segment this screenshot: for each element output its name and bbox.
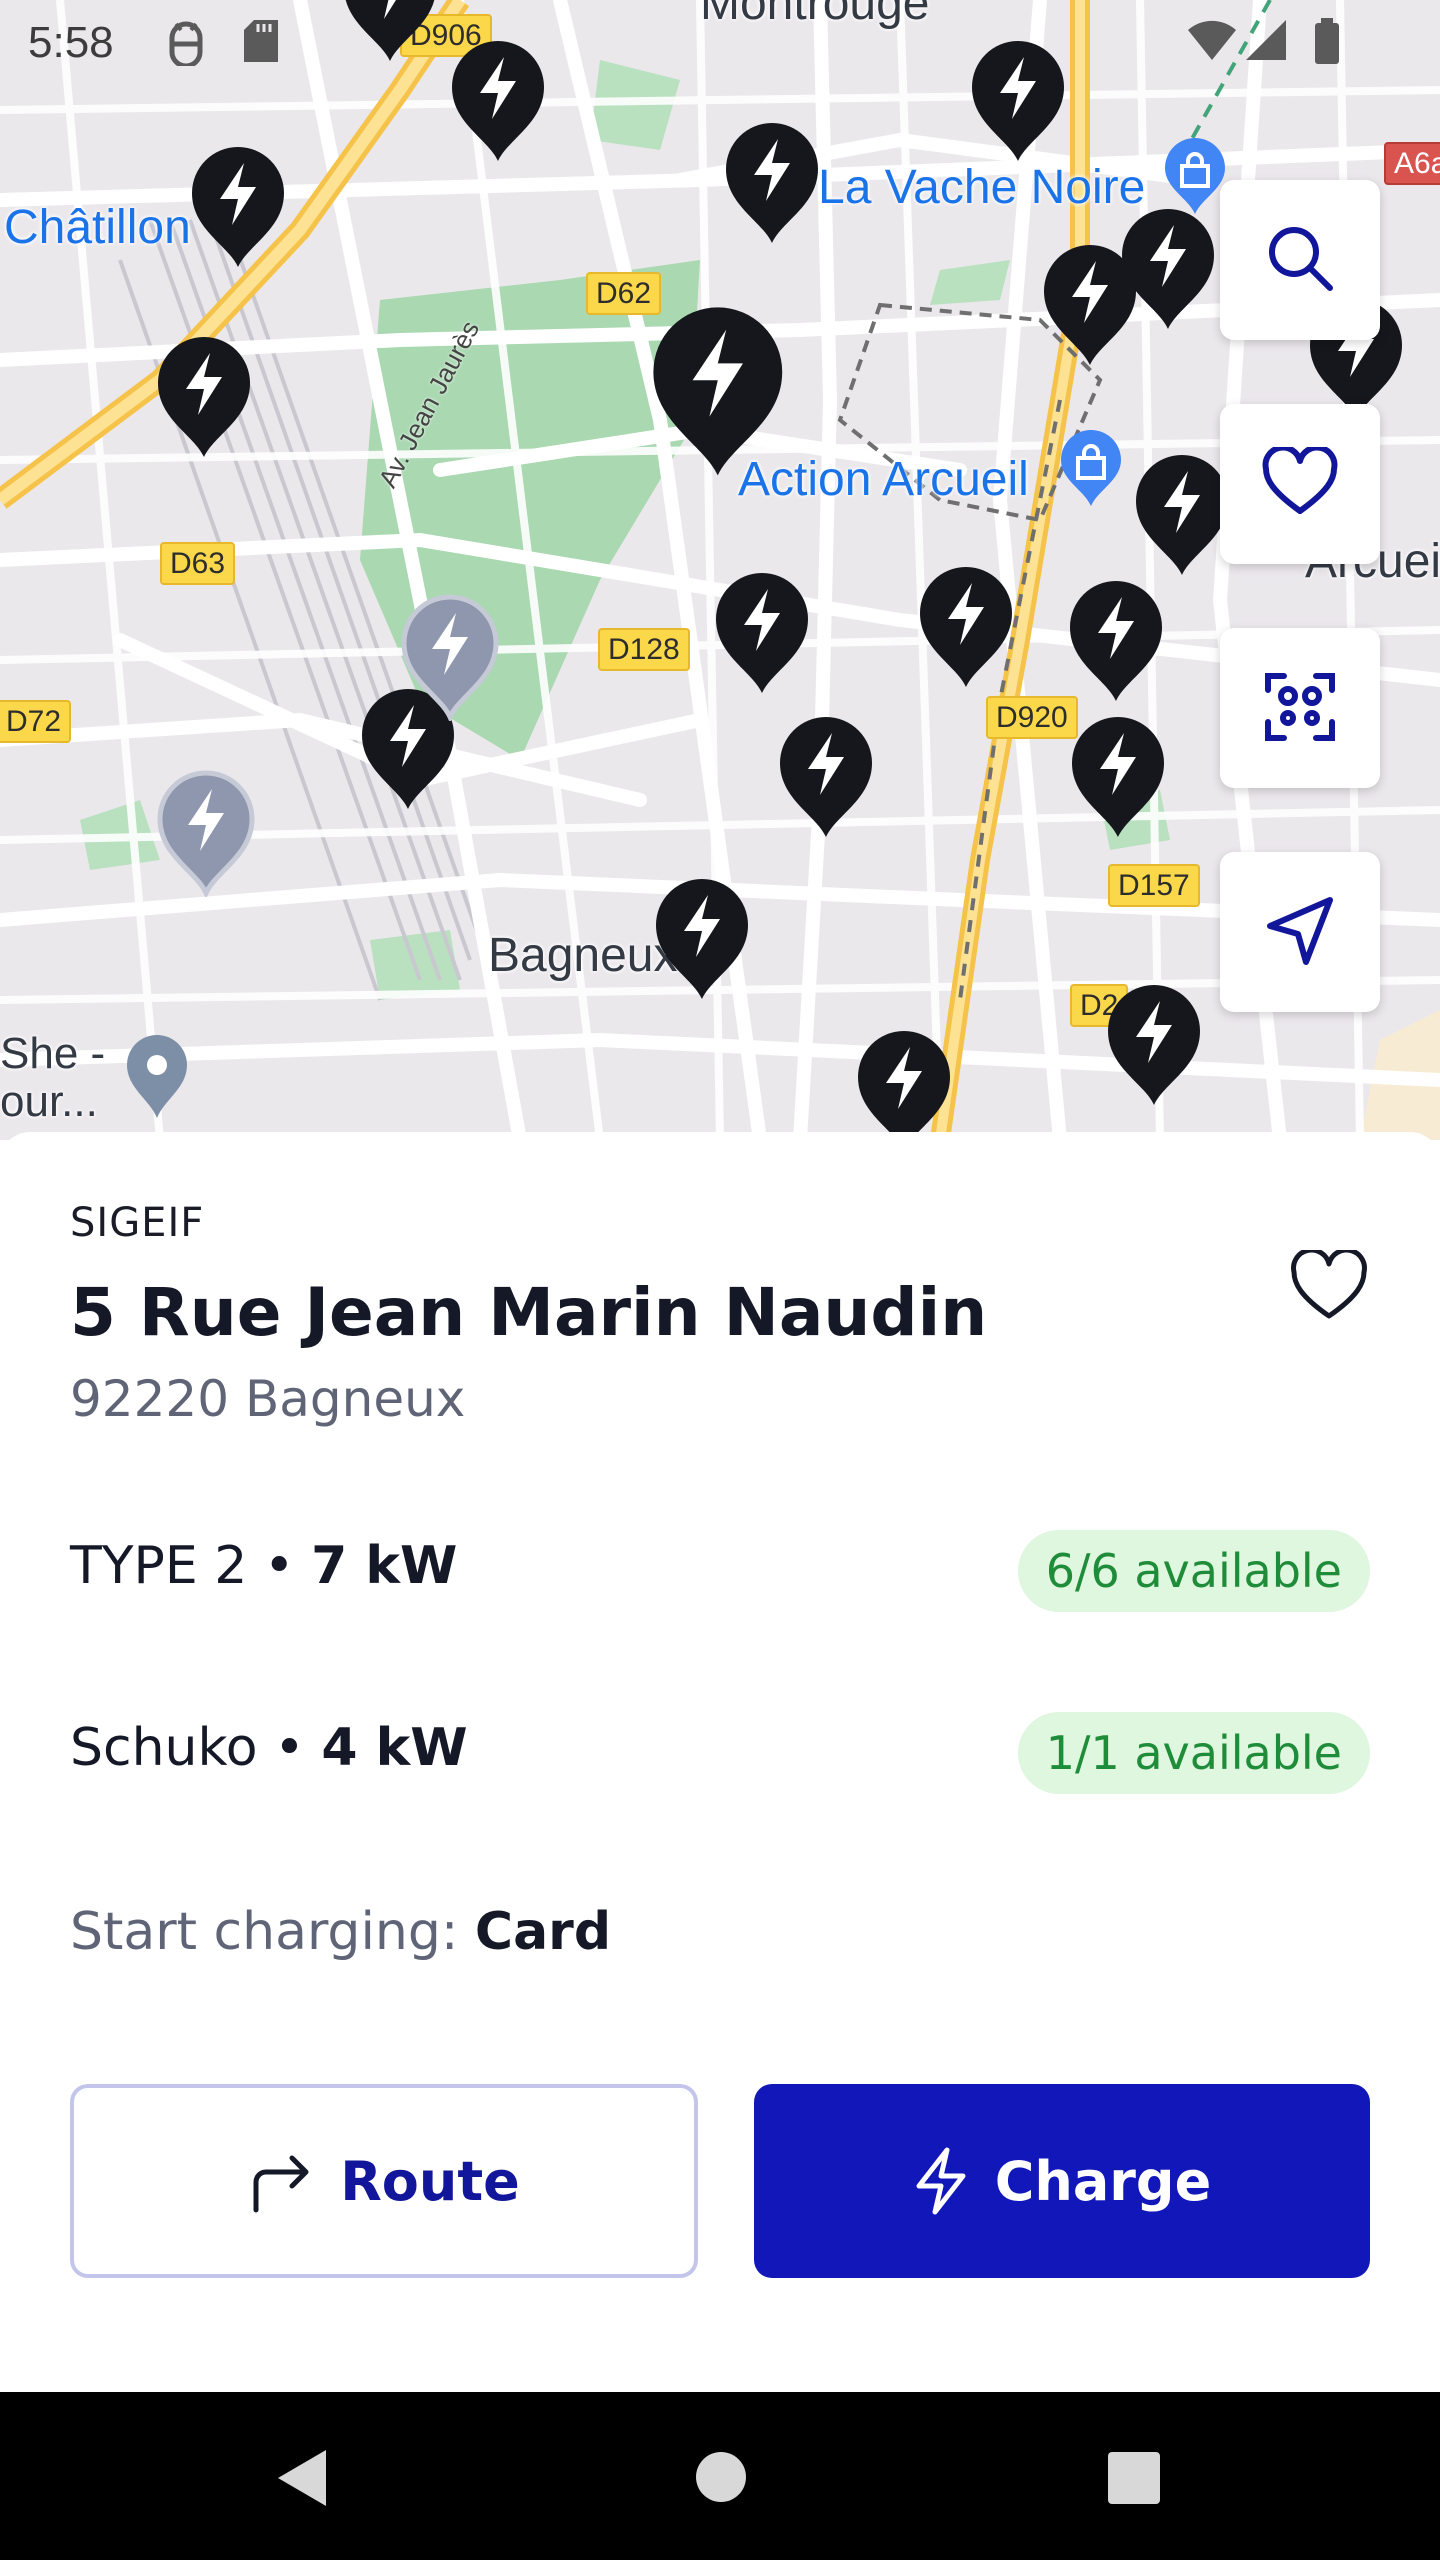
charging-station-pin[interactable] [152,331,256,461]
charging-station-pin[interactable] [398,591,502,721]
search-icon [1262,220,1338,300]
charge-label: Charge [994,2149,1212,2213]
station-city: 92220 Bagneux [70,1370,466,1428]
availability-badge: 6/6 available [1017,1530,1370,1612]
connector-power: 4 kW [321,1718,468,1778]
home-button[interactable] [694,2450,748,2508]
connector-type: TYPE 2 [70,1536,248,1596]
charging-station-pin[interactable] [1130,449,1234,579]
sd-card-icon [240,16,284,71]
charging-station-pin[interactable] [186,141,290,271]
charging-station-pin[interactable] [720,117,824,247]
status-time: 5:58 [28,18,114,67]
heart-icon [1290,1247,1368,1326]
road-shield: D63 [160,542,236,585]
availability-badge: 1/1 available [1017,1712,1370,1794]
charging-station-pin[interactable] [645,299,791,481]
route-arrow-icon [248,2148,314,2214]
status-bar: 5:58 [0,0,1440,80]
favorites-button[interactable] [1220,404,1380,564]
heart-icon [1262,444,1338,521]
charging-station-pin[interactable] [154,767,258,897]
charging-station-pin[interactable] [710,567,814,697]
charging-station-pin[interactable] [852,1025,956,1140]
charging-station-pin[interactable] [914,561,1018,691]
start-charging-label: Start charging [70,1902,441,1962]
connector-row: TYPE 2 • 7 kW [70,1536,458,1596]
charging-station-pin[interactable] [1102,979,1206,1109]
town-label: Châtillon [4,201,191,254]
connector-power: 7 kW [311,1536,458,1596]
charging-station-pin[interactable] [1038,239,1142,369]
connector-type: Schuko [70,1718,258,1778]
road-shield: D72 [0,700,72,743]
road-shield: D128 [598,628,690,671]
connector-row: Schuko • 4 kW [70,1718,468,1778]
charging-station-pin[interactable] [774,711,878,841]
battery-icon [1312,16,1342,71]
android-debug-icon [164,16,208,71]
route-button[interactable]: Route [70,2084,698,2278]
signal-icon [1244,16,1290,69]
operator-name: SIGEIF [70,1200,205,1246]
road-shield: D157 [1108,864,1200,907]
charge-button[interactable]: Charge [754,2084,1370,2278]
favorite-station-button[interactable] [1290,1247,1368,1322]
scan-button[interactable] [1220,628,1380,788]
road-shield: A6a [1384,142,1440,185]
start-charging-method: Card [474,1902,612,1962]
scan-qr-icon [1262,668,1338,748]
back-button[interactable] [274,2446,330,2514]
lightning-icon [913,2146,969,2216]
station-details-sheet: SIGEIF 5 Rue Jean Marin Naudin 92220 Bag… [0,1132,1440,2392]
navigation-icon [1262,892,1338,972]
poi-label: La Vache Noire [818,161,1146,214]
my-location-button[interactable] [1220,852,1380,1012]
station-address: 5 Rue Jean Marin Naudin [70,1274,988,1351]
recents-button[interactable] [1108,2452,1160,2508]
wifi-icon [1186,16,1238,69]
search-button[interactable] [1220,180,1380,340]
route-label: Route [340,2149,520,2213]
charging-station-pin[interactable] [650,873,754,1003]
system-nav-bar [0,2392,1440,2560]
charging-station-pin[interactable] [1064,575,1168,705]
charging-station-pin[interactable] [1066,711,1170,841]
start-charging-info: Start charging: Card [70,1902,612,1962]
place-poi-icon[interactable] [122,1030,192,1120]
shopping-poi-icon[interactable] [1056,428,1126,508]
